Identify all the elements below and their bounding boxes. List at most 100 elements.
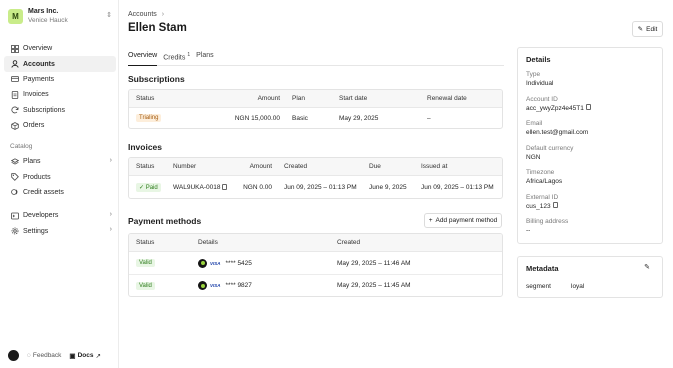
- gear-icon: [10, 227, 19, 236]
- sidebar-item-label: Orders: [23, 122, 45, 130]
- metadata-panel: Metadata ✎ segment loyal: [517, 256, 663, 298]
- feedback-link[interactable]: ◌ Feedback: [27, 352, 61, 359]
- detail-value: Individual: [526, 80, 554, 87]
- nav-bottom: Developers › Settings ›: [4, 208, 116, 239]
- tab-overview[interactable]: Overview: [128, 51, 158, 66]
- detail-value-row: cus_123: [526, 202, 558, 211]
- tab-count-badge: 1: [187, 52, 191, 58]
- copy-icon[interactable]: [585, 104, 591, 110]
- detail-label: Type: [526, 71, 541, 78]
- sidebar-item-credit-assets[interactable]: Credit assets: [4, 185, 116, 200]
- org-switcher[interactable]: M Mars Inc. Venice Hauck ⇕: [8, 6, 114, 26]
- sidebar-item-developers[interactable]: Developers ›: [4, 208, 116, 223]
- payment-methods-title: Payment methods: [128, 216, 202, 226]
- col-status: Status: [136, 239, 155, 246]
- sidebar-item-overview[interactable]: Overview: [4, 41, 116, 56]
- nav-main: Overview Accounts Payments Invoices Subs…: [4, 41, 116, 133]
- status-badge: ✓ Paid: [136, 182, 161, 192]
- sidebar-item-label: Developers: [23, 212, 59, 220]
- copy-icon[interactable]: [552, 202, 558, 208]
- chat-icon: ◌: [27, 352, 31, 359]
- renewal-date-cell: –: [427, 114, 431, 122]
- subscriptions-table: Status Amount Plan Start date Renewal da…: [128, 89, 503, 129]
- detail-label: Default currency: [526, 145, 574, 152]
- switch-org-icon[interactable]: ⇕: [106, 11, 112, 19]
- card-number: **** 9827: [225, 282, 252, 289]
- add-payment-method-label: Add payment method: [435, 217, 498, 224]
- sidebar-item-label: Overview: [23, 45, 53, 53]
- detail-type: Type Individual: [526, 70, 553, 88]
- sidebar-item-settings[interactable]: Settings ›: [4, 223, 116, 238]
- sidebar-item-products[interactable]: Products: [4, 169, 116, 184]
- detail-default-currency: Default currency NGN: [526, 144, 573, 162]
- table-row[interactable]: ✓ Paid WAL9UKA-0018 NGN 0.00 Jun 09, 202…: [129, 176, 502, 198]
- box-icon: [10, 121, 19, 130]
- sidebar-item-invoices[interactable]: Invoices: [4, 87, 116, 102]
- sidebar-item-payments[interactable]: Payments: [4, 72, 116, 87]
- sidebar-item-plans[interactable]: Plans ›: [4, 154, 116, 169]
- chevron-right-icon: ›: [161, 11, 165, 18]
- detail-value: --: [526, 227, 531, 234]
- breadcrumb-accounts[interactable]: Accounts: [128, 11, 157, 18]
- book-icon: ▣: [69, 352, 76, 360]
- created-cell: May 29, 2025 – 11:45 AM: [337, 282, 411, 289]
- amount-cell: NGN 15,000.00: [234, 114, 280, 122]
- table-row[interactable]: Valid VISA **** 9827 May 29, 2025 – 11:4…: [129, 274, 502, 296]
- brand-logo-icon[interactable]: [8, 350, 19, 361]
- col-number: Number: [173, 163, 197, 170]
- sidebar-item-label: Plans: [23, 158, 41, 166]
- table-header: Status Details Created: [129, 234, 502, 252]
- sidebar-item-accounts[interactable]: Accounts: [4, 56, 116, 72]
- sidebar-item-orders[interactable]: Orders: [4, 118, 116, 133]
- payment-provider-logo-icon: [198, 258, 207, 268]
- table-row[interactable]: Valid VISA **** 5425 May 29, 2025 – 11:4…: [129, 252, 502, 274]
- table-row[interactable]: Trialing NGN 15,000.00 Basic May 29, 202…: [129, 108, 502, 128]
- sidebar-item-label: Accounts: [23, 60, 55, 68]
- due-cell: June 9, 2025: [369, 183, 407, 191]
- add-payment-method-button[interactable]: + Add payment method: [424, 213, 502, 228]
- terminal-icon: [10, 211, 19, 220]
- org-text: Mars Inc. Venice Hauck: [28, 7, 68, 25]
- col-status: Status: [136, 163, 155, 170]
- breadcrumb: Accounts ›: [128, 11, 164, 18]
- document-icon: [10, 90, 19, 99]
- payment-methods-table: Status Details Created Valid VISA **** 5…: [128, 233, 503, 297]
- tab-plans[interactable]: Plans: [196, 51, 214, 66]
- issued-at-cell: Jun 09, 2025 – 01:13 PM: [421, 183, 494, 191]
- detail-value: cus_123: [526, 203, 551, 210]
- page-title: Ellen Stam: [128, 22, 187, 34]
- invoice-number-cell: WAL9UKA-0018: [173, 176, 228, 198]
- tab-credits[interactable]: Credits 1: [163, 51, 190, 66]
- pencil-icon[interactable]: ✎: [644, 263, 650, 271]
- docs-link[interactable]: ▣ Docs ↗: [69, 352, 101, 360]
- plan-cell: Basic: [292, 114, 308, 122]
- details-panel: Details Type Individual Account ID acc_y…: [517, 47, 663, 244]
- sidebar-item-subscriptions[interactable]: Subscriptions: [4, 103, 116, 118]
- user-icon: [10, 60, 19, 69]
- tab-label: Plans: [196, 52, 214, 59]
- detail-label: Account ID: [526, 96, 558, 103]
- detail-value: ellen.test@gmail.com: [526, 129, 589, 136]
- subscriptions-title: Subscriptions: [128, 74, 185, 84]
- tab-label: Credits: [163, 54, 186, 62]
- detail-external-id: External ID cus_123: [526, 193, 558, 211]
- tab-label: Overview: [128, 52, 158, 59]
- detail-billing-address: Billing address --: [526, 217, 568, 235]
- status-badge: Valid: [136, 281, 155, 290]
- pencil-icon: ✎: [637, 26, 644, 33]
- coins-icon: [10, 188, 19, 197]
- detail-value: acc_ywyZpz4e45T1: [526, 105, 584, 112]
- col-amount: Amount: [249, 163, 272, 170]
- amount-cell: NGN 0.00: [243, 183, 272, 191]
- created-cell: May 29, 2025 – 11:46 AM: [337, 259, 411, 267]
- visa-logo-icon: VISA: [210, 283, 221, 288]
- detail-label: Timezone: [526, 169, 555, 176]
- card-number: **** 5425: [225, 259, 252, 267]
- detail-label: Billing address: [526, 218, 569, 225]
- grid-icon: [10, 44, 19, 53]
- tabs: Overview Credits 1 Plans: [128, 51, 504, 66]
- table-header: Status Amount Plan Start date Renewal da…: [129, 90, 502, 108]
- edit-button[interactable]: ✎ Edit: [632, 21, 663, 37]
- detail-value: Africa/Lagos: [526, 178, 563, 185]
- org-avatar: M: [8, 8, 23, 24]
